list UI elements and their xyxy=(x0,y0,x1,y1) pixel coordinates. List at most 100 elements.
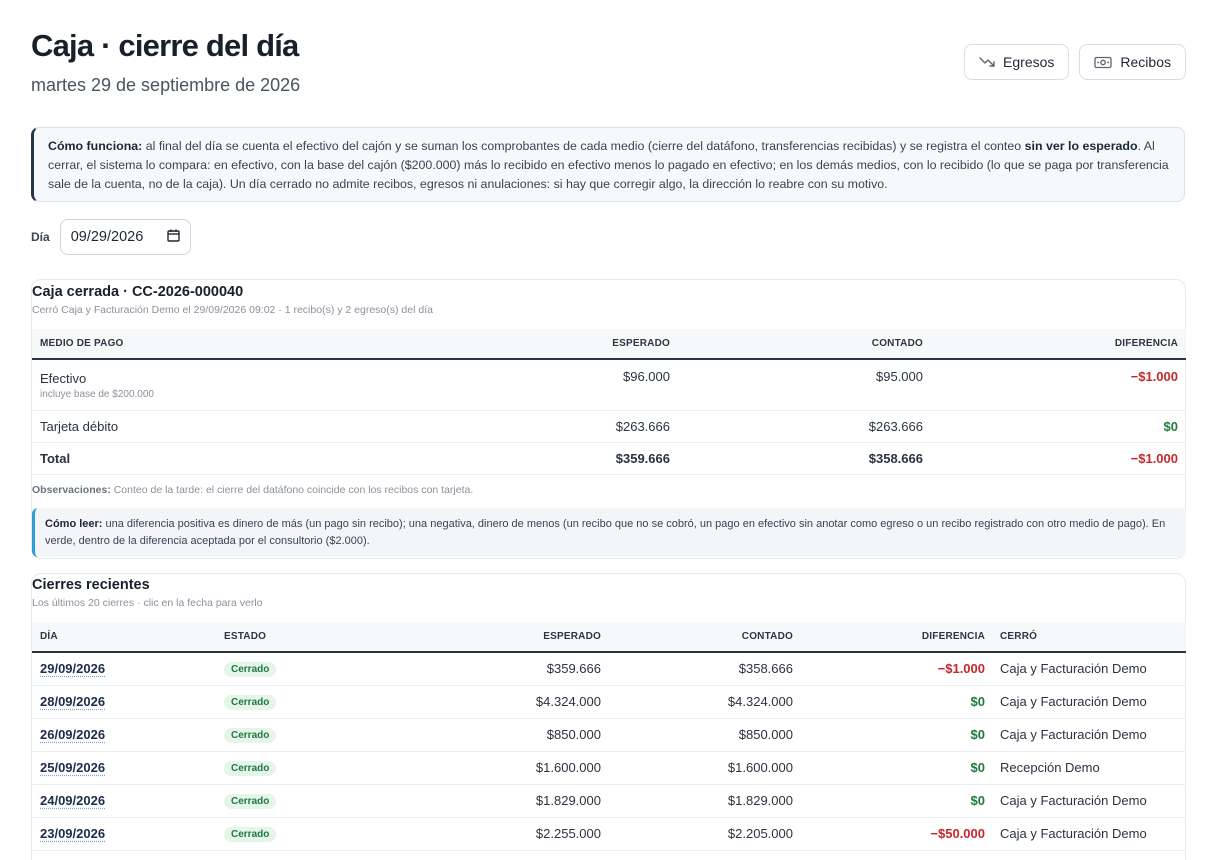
day-date-input[interactable]: 09/29/2026 xyxy=(59,219,191,255)
status-badge: Cerrado xyxy=(224,695,277,710)
row-esperado: $359.666 xyxy=(374,652,601,686)
table-row: 29/09/2026 Cerrado $359.666 $358.666 −$1… xyxy=(32,652,1186,686)
calendar-icon[interactable] xyxy=(166,229,180,246)
egresos-button-label: Egresos xyxy=(1003,54,1055,70)
how-to-read-box: Cómo leer: una diferencia positiva es di… xyxy=(32,507,1186,557)
row-esperado: $850.000 xyxy=(374,718,601,752)
closure-table: MEDIO DE PAGO ESPERADO CONTADO DIFERENCI… xyxy=(32,329,1186,475)
how-to-read-text: una diferencia positiva es dinero de más… xyxy=(45,517,1166,547)
how-it-works-box: Cómo funciona: al final del día se cuent… xyxy=(31,127,1185,202)
closure-total-label: Total xyxy=(32,442,452,475)
closure-row-diferencia: −$1.000 xyxy=(923,359,1186,411)
row-esperado: $2.255.000 xyxy=(374,817,601,851)
how-it-works-text-1: al final del día se cuenta el efectivo d… xyxy=(142,139,1025,153)
closure-title: Caja cerrada · CC-2026-000040 xyxy=(32,284,244,300)
day-date-value: 09/29/2026 xyxy=(70,229,144,245)
closure-row: Efectivo incluye base de $200.000 $96.00… xyxy=(32,359,1186,411)
status-badge: Cerrado xyxy=(224,728,277,743)
row-esperado: $1.829.000 xyxy=(374,784,601,818)
col-contado: CONTADO xyxy=(670,329,923,360)
table-row: 28/09/2026 Cerrado $4.324.000 $4.324.000… xyxy=(32,685,1186,719)
row-contado: $850.000 xyxy=(601,718,793,752)
row-diferencia: −$1.000 xyxy=(793,652,985,686)
status-badge: Cerrado xyxy=(224,662,277,678)
row-cerro: Caja y Facturación Demo xyxy=(985,652,1186,686)
recent-closures-card: Cierres recientes Los últimos 20 cierres… xyxy=(31,573,1186,860)
closure-total-row: Total $359.666 $358.666 −$1.000 xyxy=(32,442,1186,475)
recent-title: Cierres recientes xyxy=(32,577,150,593)
recibos-button[interactable]: Recibos xyxy=(1079,44,1186,80)
status-badge: Cerrado xyxy=(224,827,277,842)
col-estado: ESTADO xyxy=(224,622,374,653)
row-diferencia: $0 xyxy=(793,784,985,818)
page-title: Caja · cierre del día xyxy=(31,28,299,63)
row-contado: $2.205.000 xyxy=(601,817,793,851)
recent-subtitle: Los últimos 20 cierres · clic en la fech… xyxy=(32,597,263,609)
day-label: Día xyxy=(31,230,50,244)
row-date-link[interactable]: 29/09/2026 xyxy=(40,661,105,676)
row-date-link[interactable]: 26/09/2026 xyxy=(40,727,105,742)
observations-text: Conteo de la tarde: el cierre del datáfo… xyxy=(110,483,474,496)
closure-row: Tarjeta débito $263.666 $263.666 $0 xyxy=(32,410,1186,443)
closure-card: Caja cerrada · CC-2026-000040 Cerró Caja… xyxy=(31,279,1186,559)
row-date-link[interactable]: 24/09/2026 xyxy=(40,793,105,808)
row-cerro: Caja y Facturación Demo xyxy=(985,784,1186,818)
observations: Observaciones: Conteo de la tarde: el ci… xyxy=(32,484,1185,496)
col-diferencia: DIFERENCIA xyxy=(793,622,985,653)
closure-row-contado: $95.000 xyxy=(670,359,923,411)
how-it-works-lead: Cómo funciona: xyxy=(48,139,143,153)
row-cerro: Caja y Facturación Demo xyxy=(985,718,1186,752)
top-actions: Egresos Recibos xyxy=(964,44,1186,80)
row-cerro: Recepción Demo xyxy=(985,751,1186,785)
how-to-read-lead: Cómo leer: xyxy=(45,517,103,530)
closure-row-diferencia: $0 xyxy=(923,410,1186,443)
row-esperado: $4.324.000 xyxy=(374,685,601,719)
col-dia: DÍA xyxy=(32,622,224,653)
page-header: Caja · cierre del día martes 29 de septi… xyxy=(31,28,300,96)
row-diferencia: $0 xyxy=(793,685,985,719)
row-contado: $1.829.000 xyxy=(601,784,793,818)
col-medio: MEDIO DE PAGO xyxy=(32,329,452,360)
table-row: 24/09/2026 Cerrado $1.829.000 $1.829.000… xyxy=(32,784,1186,818)
status-badge: Cerrado xyxy=(224,761,277,776)
col-esperado: ESPERADO xyxy=(374,622,601,653)
col-contado: CONTADO xyxy=(601,622,793,653)
closure-row-esperado: $263.666 xyxy=(452,410,670,443)
row-esperado: $1.600.000 xyxy=(374,751,601,785)
row-contado: $1.600.000 xyxy=(601,751,793,785)
closure-row-medio: Efectivo xyxy=(40,370,87,386)
closure-total-esperado: $359.666 xyxy=(452,442,670,475)
row-date-link[interactable]: 28/09/2026 xyxy=(40,694,105,709)
row-cerro: Caja y Facturación Demo xyxy=(985,685,1186,719)
closure-row-contado: $263.666 xyxy=(670,410,923,443)
page-date-subtitle: martes 29 de septiembre de 2026 xyxy=(31,75,301,95)
banknote-icon xyxy=(1094,56,1113,69)
row-contado: $358.666 xyxy=(601,652,793,686)
observations-label: Observaciones: xyxy=(32,483,111,496)
col-esperado: ESPERADO xyxy=(452,329,670,360)
table-row: 26/09/2026 Cerrado $850.000 $850.000 $0 … xyxy=(32,718,1186,752)
recent-closures-table: DÍA ESTADO ESPERADO CONTADO DIFERENCIA C… xyxy=(32,622,1186,851)
closure-total-diferencia: −$1.000 xyxy=(923,442,1186,475)
row-date-link[interactable]: 25/09/2026 xyxy=(40,760,105,775)
closure-row-note: incluye base de $200.000 xyxy=(40,388,154,400)
col-cerro: CERRÓ xyxy=(985,622,1186,653)
row-cerro: Caja y Facturación Demo xyxy=(985,817,1186,851)
row-diferencia: $0 xyxy=(793,751,985,785)
table-row: 25/09/2026 Cerrado $1.600.000 $1.600.000… xyxy=(32,751,1186,785)
day-picker-row: Día 09/29/2026 xyxy=(31,219,191,255)
closure-row-esperado: $96.000 xyxy=(452,359,670,411)
closure-subtitle: Cerró Caja y Facturación Demo el 29/09/2… xyxy=(32,304,433,316)
col-diferencia: DIFERENCIA xyxy=(923,329,1186,360)
closure-total-contado: $358.666 xyxy=(670,442,923,475)
row-diferencia: −$50.000 xyxy=(793,817,985,851)
recibos-button-label: Recibos xyxy=(1120,54,1171,70)
egresos-button[interactable]: Egresos xyxy=(964,44,1070,80)
row-contado: $4.324.000 xyxy=(601,685,793,719)
table-row: 23/09/2026 Cerrado $2.255.000 $2.205.000… xyxy=(32,817,1186,851)
status-badge: Cerrado xyxy=(224,794,277,809)
row-date-link[interactable]: 23/09/2026 xyxy=(40,826,105,841)
row-diferencia: $0 xyxy=(793,718,985,752)
closure-row-medio: Tarjeta débito xyxy=(32,410,452,443)
how-it-works-strong: sin ver lo esperado xyxy=(1024,139,1138,153)
